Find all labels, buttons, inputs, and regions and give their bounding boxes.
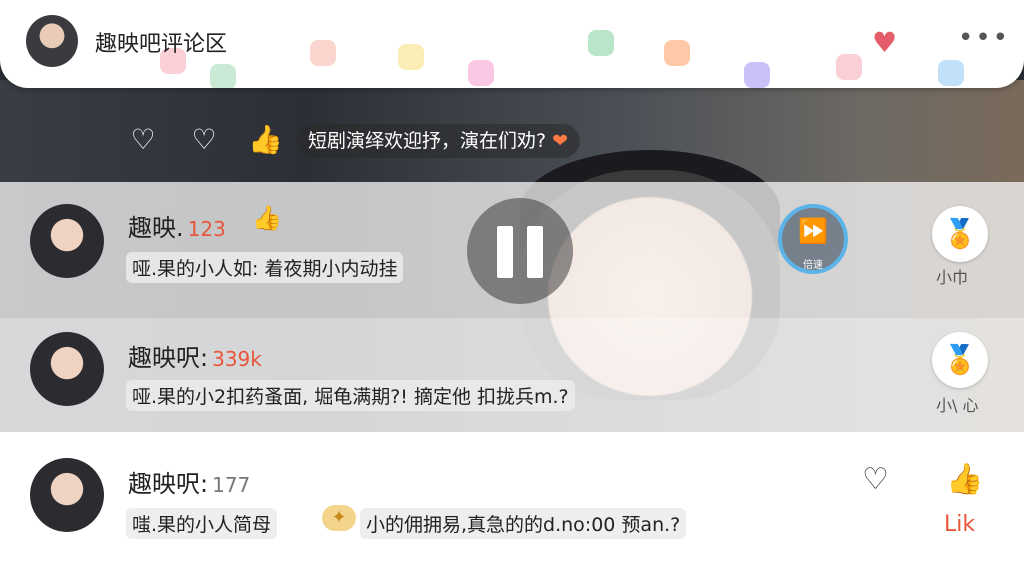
commenter-avatar[interactable]: [30, 332, 104, 406]
medal-icon[interactable]: 🏅: [932, 332, 988, 388]
user-avatar[interactable]: [26, 15, 78, 67]
decorative-sticker: [664, 40, 690, 66]
more-options-button[interactable]: •••: [958, 23, 1010, 53]
commenter-avatar[interactable]: [30, 458, 104, 532]
heart-outline-icon[interactable]: ♡: [127, 124, 159, 156]
pause-button[interactable]: [467, 198, 573, 304]
like-count: 123: [187, 217, 226, 241]
emoji-sticker-icon: ✦: [322, 505, 356, 531]
medal-label: 小\ 心: [936, 396, 979, 415]
decorative-sticker: [588, 30, 614, 56]
caption-text: 短剧演绎欢迎抒，演在们劝?: [308, 130, 547, 152]
comment-text-start: 嗤.果的小人简母: [126, 508, 278, 539]
fast-forward-icon: ⏩: [798, 217, 828, 245]
commenter-name-text: 趣映呎:: [128, 470, 209, 498]
decorative-sticker: [938, 60, 964, 86]
decorative-sticker: [310, 40, 336, 66]
comment-text: 哑.果的小2扣药蚤面, 堀龟满期?! 摘定他 扣拢兵m.?: [126, 380, 575, 411]
fast-forward-button[interactable]: ⏩ 倍速: [778, 204, 848, 274]
decorative-sticker: [836, 54, 862, 80]
decorative-sticker: [468, 60, 494, 86]
commenter-name: 趣映呎: 339k: [128, 338, 262, 373]
like-count: 339k: [212, 347, 262, 371]
comment-item[interactable]: 趣映呎: 177 嗤.果的小人简母 小的佣拥易,真急的的d.no:00 预an.?: [0, 432, 1024, 576]
heart-outline-icon[interactable]: ♡: [862, 462, 889, 497]
pause-bar-right: [527, 226, 543, 278]
comment-text-end: 小的佣拥易,真急的的d.no:00 预an.?: [360, 508, 687, 539]
commenter-name-text: 趣映呎:: [128, 344, 209, 372]
commenter-name-text: 趣映.: [128, 214, 184, 242]
thumbs-up-icon[interactable]: 👍: [248, 124, 283, 156]
medal-icon[interactable]: 🏅: [932, 206, 988, 262]
comment-item[interactable]: 趣映呎: 339k 哑.果的小2扣药蚤面, 堀龟满期?! 摘定他 扣拢兵m.? 🏅…: [0, 318, 1024, 432]
like-count: 177: [212, 473, 251, 497]
heart-icon[interactable]: ♥: [872, 26, 897, 59]
commenter-avatar[interactable]: [30, 204, 104, 278]
fast-forward-label: 倍速: [803, 260, 823, 271]
commenter-name: 趣映. 123: [128, 208, 226, 243]
decorative-sticker: [744, 62, 770, 88]
decorative-sticker: [398, 44, 424, 70]
thumbs-up-icon[interactable]: 👍: [946, 462, 983, 497]
video-caption: 短剧演绎欢迎抒，演在们劝? ❤: [296, 124, 581, 158]
page-title: 趣映吧评论区: [95, 32, 228, 57]
thumbs-up-icon[interactable]: 👍: [252, 204, 282, 232]
medal-label: 小巾: [936, 268, 969, 287]
like-button-label[interactable]: Lik: [944, 512, 975, 537]
top-bar: 趣映吧评论区 ♥ •••: [0, 0, 1024, 88]
pause-bar-left: [497, 226, 513, 278]
caption-heart-icon: ❤: [552, 130, 569, 152]
commenter-name: 趣映呎: 177: [128, 464, 250, 499]
video-action-bar: ♡ ♡ 👍 短剧演绎欢迎抒，演在们劝? ❤: [0, 110, 1024, 174]
comment-text: 哑.果的小人如: 着夜期小内动挂: [126, 252, 404, 283]
decorative-sticker: [210, 64, 236, 88]
favorite-icon[interactable]: ♡: [188, 124, 220, 156]
